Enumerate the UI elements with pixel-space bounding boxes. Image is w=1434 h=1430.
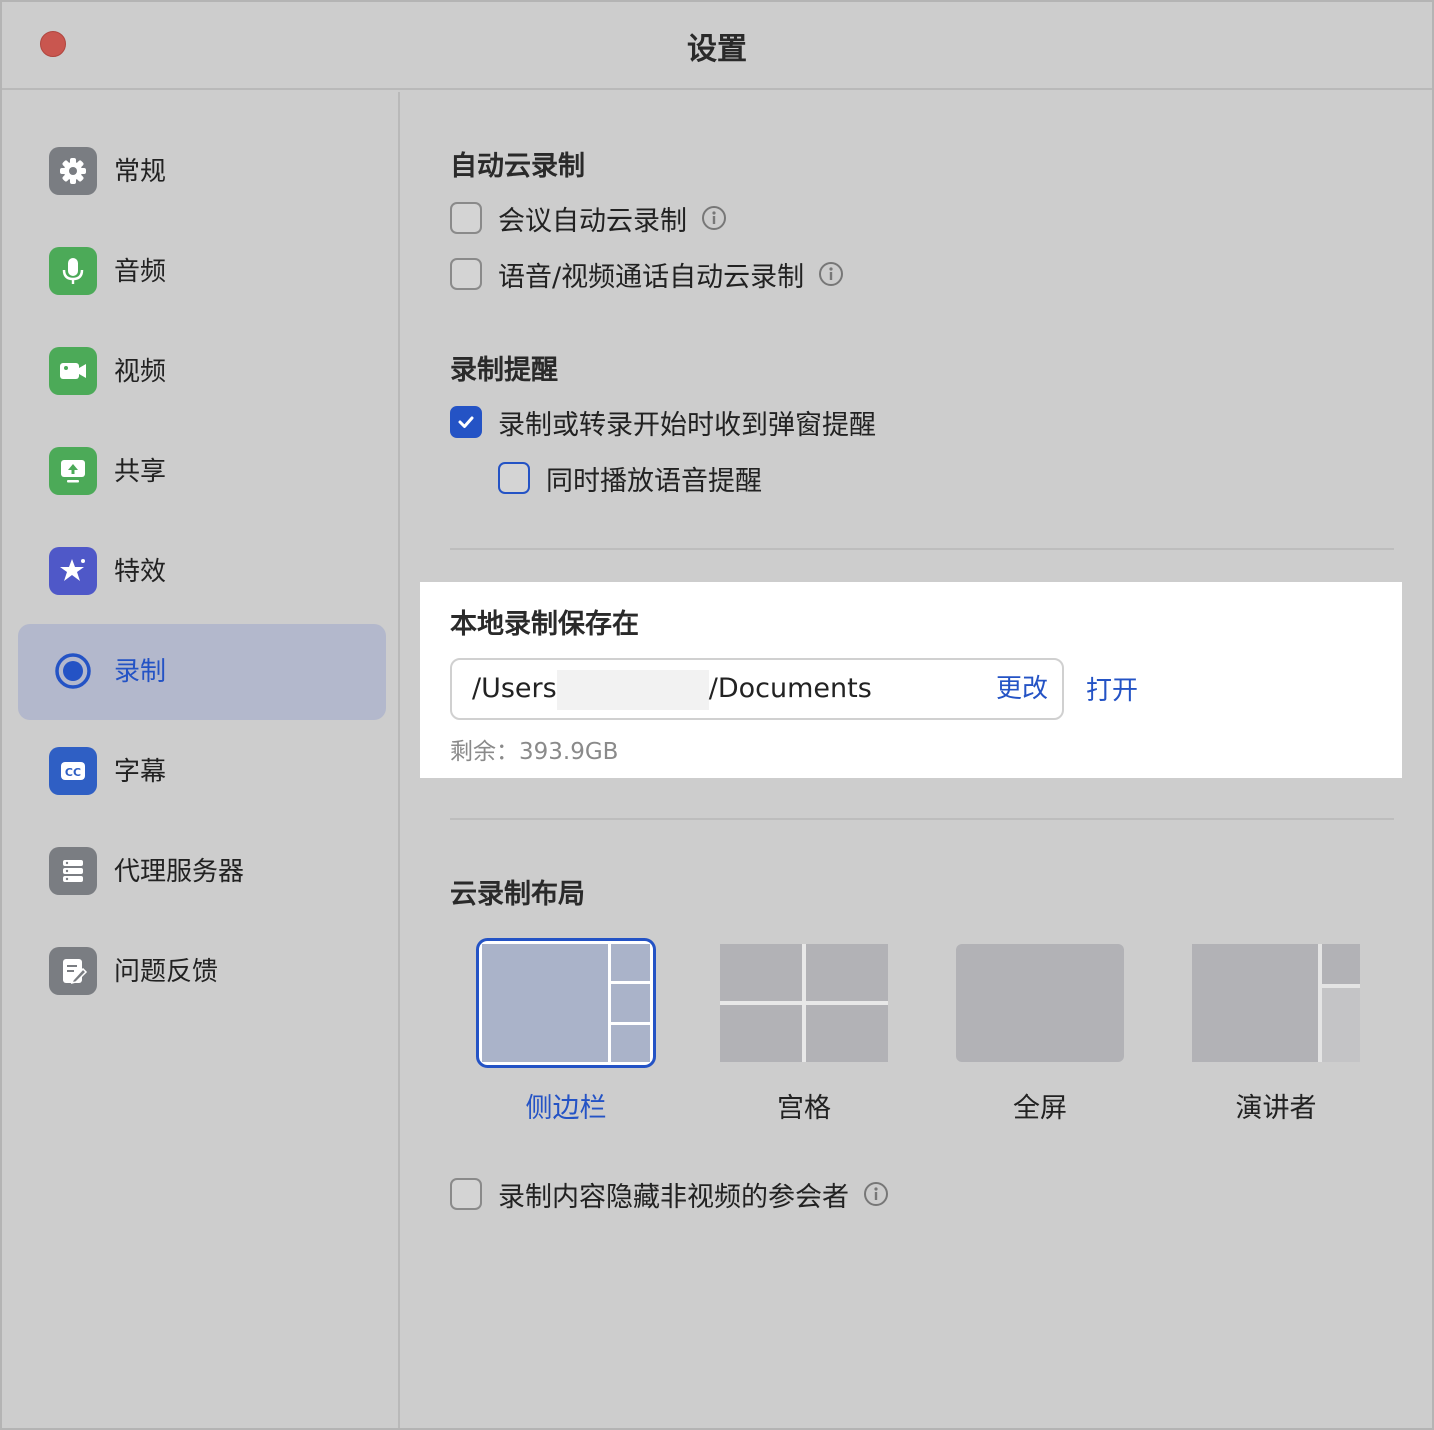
svg-text:CC: CC bbox=[65, 766, 81, 779]
sidebar-item-feedback[interactable]: 问题反馈 bbox=[18, 924, 386, 1020]
checkmark-icon bbox=[458, 416, 474, 428]
record-icon bbox=[49, 647, 97, 695]
auto-cloud-call-checkbox[interactable] bbox=[450, 258, 482, 290]
cloud-layout-title: 云录制布局 bbox=[450, 879, 585, 910]
auto-cloud-title: 自动云录制 bbox=[450, 151, 585, 182]
sidebar-item-audio[interactable]: 音频 bbox=[18, 224, 386, 320]
info-icon[interactable] bbox=[701, 205, 727, 231]
sidebar-item-share[interactable]: 共享 bbox=[18, 424, 386, 520]
sidebar-item-label: 音频 bbox=[114, 257, 167, 287]
change-path-link[interactable]: 更改 bbox=[996, 660, 1048, 718]
sidebar-item-label: 录制 bbox=[114, 657, 167, 687]
settings-window: 设置 常规 音频 视频 共享 特效 录制 CC 字幕 代理服务器 问题反馈 自动… bbox=[0, 0, 1434, 1430]
popup-reminder-option[interactable]: 录制或转录开始时收到弹窗提醒 bbox=[450, 402, 876, 442]
layout-option-sidebar[interactable]: 侧边栏 bbox=[476, 938, 656, 1138]
layout-label: 全屏 bbox=[1013, 1093, 1067, 1124]
layout-label: 侧边栏 bbox=[525, 1093, 607, 1124]
effects-star-icon bbox=[49, 547, 97, 595]
voice-reminder-checkbox[interactable] bbox=[498, 462, 530, 494]
fullscreen-layout-thumbnail bbox=[956, 944, 1124, 1062]
auto-cloud-call-option[interactable]: 语音/视频通话自动云录制 bbox=[450, 254, 844, 294]
save-path-field[interactable]: /Users/Documents 更改 bbox=[450, 658, 1064, 720]
auto-cloud-meeting-checkbox[interactable] bbox=[450, 202, 482, 234]
sidebar-item-proxy[interactable]: 代理服务器 bbox=[18, 824, 386, 920]
sidebar-item-label: 视频 bbox=[114, 357, 167, 387]
sidebar-item-recording[interactable]: 录制 bbox=[18, 624, 386, 720]
voice-reminder-option[interactable]: 同时播放语音提醒 bbox=[498, 458, 762, 498]
info-icon[interactable] bbox=[863, 1181, 889, 1207]
sidebar-item-effects[interactable]: 特效 bbox=[18, 524, 386, 620]
option-label: 录制内容隐藏非视频的参会者 bbox=[498, 1181, 849, 1213]
server-icon bbox=[49, 847, 97, 895]
info-icon[interactable] bbox=[818, 261, 844, 287]
microphone-icon bbox=[49, 247, 97, 295]
title-bar: 设置 bbox=[2, 2, 1432, 90]
path-suffix: /Documents bbox=[708, 673, 872, 704]
sidebar-item-video[interactable]: 视频 bbox=[18, 324, 386, 420]
video-camera-icon bbox=[49, 347, 97, 395]
local-save-panel: 本地录制保存在 /Users/Documents 更改 打开 剩余：393.9G… bbox=[420, 582, 1402, 778]
layout-label: 演讲者 bbox=[1235, 1093, 1317, 1124]
gear-icon bbox=[49, 147, 97, 195]
redacted-username bbox=[556, 669, 709, 710]
closed-caption-icon: CC bbox=[49, 747, 97, 795]
popup-reminder-checkbox[interactable] bbox=[450, 406, 482, 438]
window-title: 设置 bbox=[687, 32, 747, 67]
speaker-layout-thumbnail bbox=[1192, 944, 1360, 1062]
grid-layout-thumbnail bbox=[720, 944, 888, 1062]
sidebar-item-label: 问题反馈 bbox=[114, 957, 219, 987]
sidebar: 常规 音频 视频 共享 特效 录制 CC 字幕 代理服务器 问题反馈 bbox=[2, 92, 400, 1428]
option-label: 语音/视频通话自动云录制 bbox=[498, 261, 805, 293]
sidebar-item-captions[interactable]: CC 字幕 bbox=[18, 724, 386, 820]
open-folder-link[interactable]: 打开 bbox=[1086, 670, 1138, 707]
sidebar-item-label: 共享 bbox=[114, 457, 167, 487]
layout-option-speaker[interactable]: 演讲者 bbox=[1186, 938, 1366, 1138]
hide-non-video-option[interactable]: 录制内容隐藏非视频的参会者 bbox=[450, 1174, 889, 1214]
hide-non-video-checkbox[interactable] bbox=[450, 1178, 482, 1210]
sidebar-item-label: 常规 bbox=[114, 157, 167, 187]
remaining-space: 剩余：393.9GB bbox=[450, 739, 619, 765]
layout-label: 宫格 bbox=[777, 1093, 831, 1124]
layout-option-grid[interactable]: 宫格 bbox=[714, 938, 894, 1138]
reminder-title: 录制提醒 bbox=[450, 355, 558, 386]
recording-settings-panel: 自动云录制 会议自动云录制 语音/视频通话自动云录制 录制提醒 录制或转录开始时… bbox=[402, 92, 1432, 1428]
sidebar-item-label: 代理服务器 bbox=[114, 857, 245, 887]
feedback-icon bbox=[49, 947, 97, 995]
layout-option-fullscreen[interactable]: 全屏 bbox=[950, 938, 1130, 1138]
sidebar-item-label: 字幕 bbox=[114, 757, 167, 787]
path-prefix: /Users bbox=[472, 673, 557, 704]
divider bbox=[450, 818, 1394, 820]
sidebar-item-general[interactable]: 常规 bbox=[18, 124, 386, 220]
local-save-title: 本地录制保存在 bbox=[450, 609, 639, 640]
share-screen-icon bbox=[49, 447, 97, 495]
option-label: 录制或转录开始时收到弹窗提醒 bbox=[498, 409, 876, 441]
save-path-text: /Users/Documents bbox=[472, 660, 872, 718]
divider bbox=[450, 548, 1394, 550]
sidebar-layout-thumbnail bbox=[476, 938, 656, 1068]
sidebar-item-label: 特效 bbox=[114, 557, 167, 587]
auto-cloud-meeting-option[interactable]: 会议自动云录制 bbox=[450, 198, 727, 238]
option-label: 会议自动云录制 bbox=[498, 205, 687, 237]
option-label: 同时播放语音提醒 bbox=[546, 465, 762, 497]
